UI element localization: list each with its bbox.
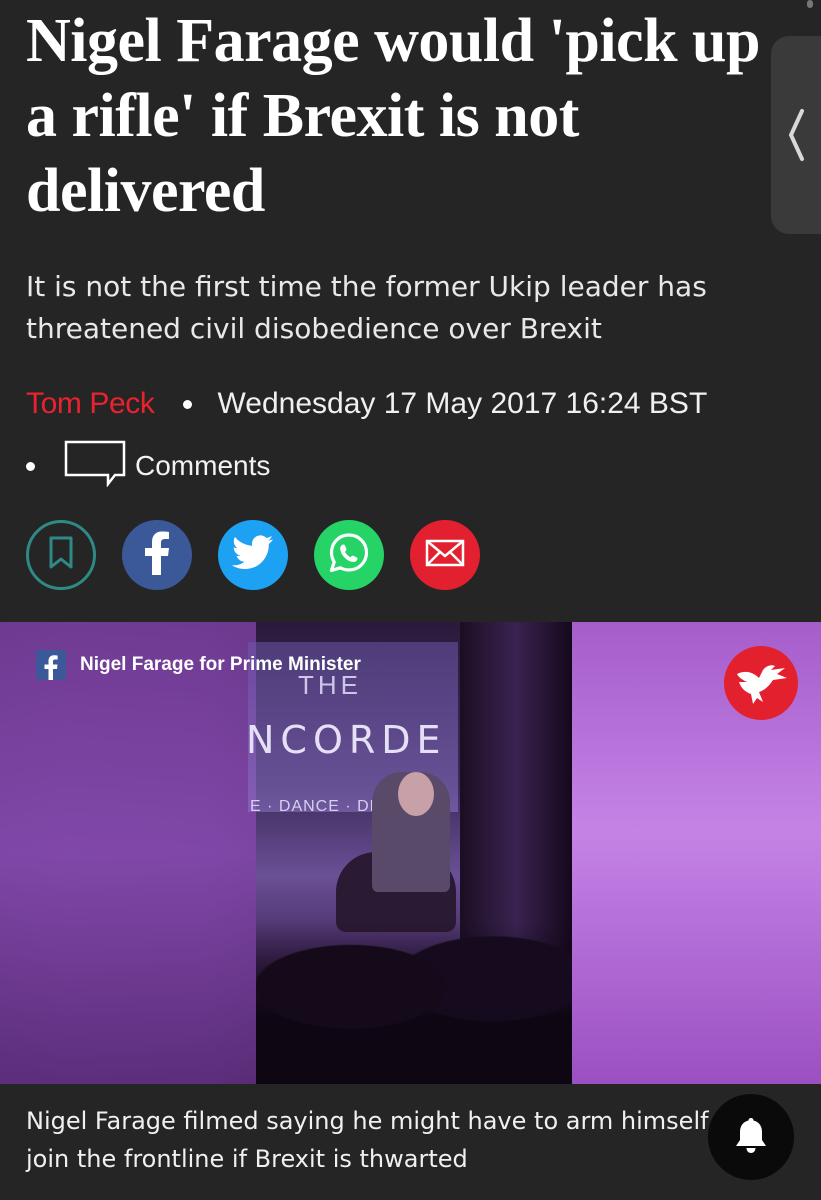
share-email-button[interactable]	[410, 520, 480, 590]
video-source-credit: Nigel Farage for Prime Minister	[36, 650, 361, 680]
author-link[interactable]: Tom Peck	[26, 387, 155, 421]
email-icon	[425, 539, 465, 572]
venue-sign-main-text: NCORDE	[246, 718, 447, 762]
share-facebook-button[interactable]	[122, 520, 192, 590]
scrollbar-thumb[interactable]	[807, 0, 813, 8]
facebook-icon	[36, 650, 66, 680]
share-whatsapp-button[interactable]	[314, 520, 384, 590]
side-panel-tab[interactable]	[771, 36, 821, 234]
byline: Tom Peck Wednesday 17 May 2017 16:24 BST	[26, 383, 707, 425]
facebook-icon	[142, 531, 172, 580]
share-twitter-button[interactable]	[218, 520, 288, 590]
video-player[interactable]: THE NCORDE E · DANCE · DREAM Nigel Farag…	[0, 622, 821, 1084]
chevron-left-icon	[786, 107, 806, 163]
share-bar	[26, 520, 480, 590]
bookmark-icon	[48, 536, 74, 575]
notifications-button[interactable]	[708, 1094, 794, 1180]
comments-link[interactable]: Comments	[26, 440, 271, 490]
video-source-label: Nigel Farage for Prime Minister	[80, 654, 361, 675]
separator-dot	[26, 461, 35, 471]
bell-icon	[733, 1115, 769, 1160]
comment-bubble-icon	[63, 439, 127, 494]
article-headline: Nigel Farage would 'pick up a rifle' if …	[26, 7, 761, 225]
independent-eagle-logo	[724, 646, 798, 720]
video-caption-text: Nigel Farage filmed saying he might have…	[26, 1107, 762, 1173]
publish-date: Wednesday 17 May 2017 16:24 BST	[217, 387, 708, 420]
scrollbar[interactable]	[803, 0, 821, 10]
audience-silhouettes	[256, 922, 572, 1084]
article-standfirst: It is not the first time the former Ukip…	[26, 270, 707, 345]
video-blur-left	[0, 622, 256, 1084]
twitter-icon	[232, 534, 274, 576]
separator-dot	[182, 399, 192, 409]
comments-label: Comments	[135, 450, 271, 481]
video-caption: Nigel Farage filmed saying he might have…	[0, 1084, 821, 1200]
bookmark-button[interactable]	[26, 520, 96, 590]
speaker-head	[398, 772, 434, 816]
whatsapp-icon	[327, 531, 371, 580]
